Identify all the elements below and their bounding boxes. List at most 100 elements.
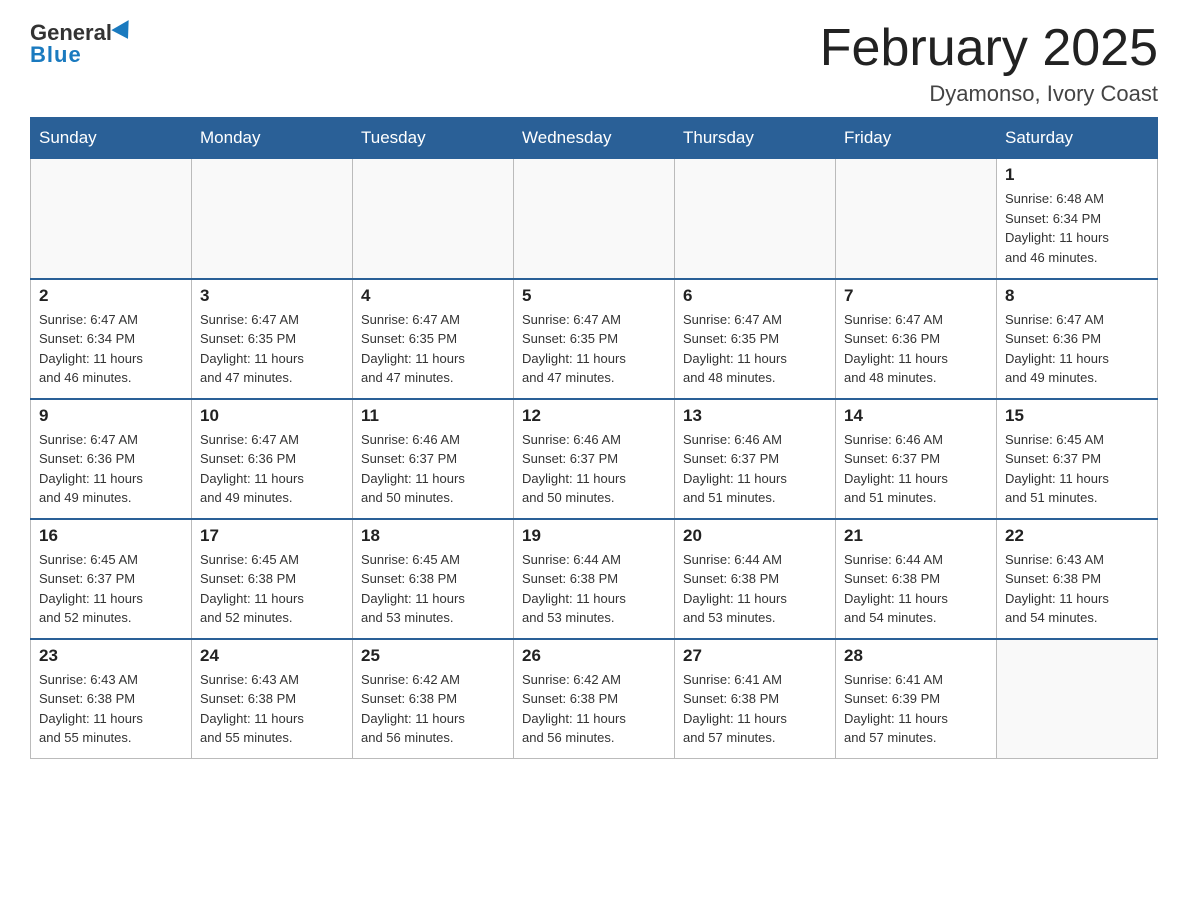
- calendar-week-row: 2 Sunrise: 6:47 AM Sunset: 6:34 PM Daylig…: [31, 279, 1158, 399]
- weekday-header-sunday: Sunday: [31, 118, 192, 159]
- calendar-cell: 2 Sunrise: 6:47 AM Sunset: 6:34 PM Daylig…: [31, 279, 192, 399]
- calendar-cell: 8Sunrise: 6:47 AM Sunset: 6:36 PM Daylig…: [997, 279, 1158, 399]
- day-info: Sunrise: 6:47 AM Sunset: 6:36 PM Dayligh…: [844, 310, 988, 388]
- calendar-table: SundayMondayTuesdayWednesdayThursdayFrid…: [30, 117, 1158, 759]
- day-number: 5: [522, 286, 666, 306]
- day-number: 19: [522, 526, 666, 546]
- calendar-week-row: 16 Sunrise: 6:45 AM Sunset: 6:37 PM Dayli…: [31, 519, 1158, 639]
- day-number: 3: [200, 286, 344, 306]
- day-info: Sunrise: 6:46 AM Sunset: 6:37 PM Dayligh…: [361, 430, 505, 508]
- calendar-cell: 21 Sunrise: 6:44 AM Sunset: 6:38 PM Dayli…: [836, 519, 997, 639]
- day-number: 7: [844, 286, 988, 306]
- calendar-cell: 27 Sunrise: 6:41 AM Sunset: 6:38 PM Dayli…: [675, 639, 836, 759]
- day-info: Sunrise: 6:46 AM Sunset: 6:37 PM Dayligh…: [683, 430, 827, 508]
- calendar-cell: 26 Sunrise: 6:42 AM Sunset: 6:38 PM Dayli…: [514, 639, 675, 759]
- calendar-cell: [675, 159, 836, 279]
- calendar-header-row: SundayMondayTuesdayWednesdayThursdayFrid…: [31, 118, 1158, 159]
- calendar-cell: 13 Sunrise: 6:46 AM Sunset: 6:37 PM Dayli…: [675, 399, 836, 519]
- day-info: Sunrise: 6:46 AM Sunset: 6:37 PM Dayligh…: [844, 430, 988, 508]
- day-number: 8: [1005, 286, 1149, 306]
- weekday-header-tuesday: Tuesday: [353, 118, 514, 159]
- calendar-cell: [31, 159, 192, 279]
- day-number: 25: [361, 646, 505, 666]
- calendar-cell: 22 Sunrise: 6:43 AM Sunset: 6:38 PM Dayli…: [997, 519, 1158, 639]
- day-info: Sunrise: 6:43 AM Sunset: 6:38 PM Dayligh…: [1005, 550, 1149, 628]
- calendar-cell: 11 Sunrise: 6:46 AM Sunset: 6:37 PM Dayli…: [353, 399, 514, 519]
- calendar-cell: 6 Sunrise: 6:47 AM Sunset: 6:35 PM Daylig…: [675, 279, 836, 399]
- day-number: 10: [200, 406, 344, 426]
- calendar-cell: [836, 159, 997, 279]
- day-info: Sunrise: 6:44 AM Sunset: 6:38 PM Dayligh…: [844, 550, 988, 628]
- calendar-cell: 25Sunrise: 6:42 AM Sunset: 6:38 PM Dayli…: [353, 639, 514, 759]
- calendar-cell: 16 Sunrise: 6:45 AM Sunset: 6:37 PM Dayli…: [31, 519, 192, 639]
- day-info: Sunrise: 6:43 AM Sunset: 6:38 PM Dayligh…: [39, 670, 183, 748]
- day-number: 14: [844, 406, 988, 426]
- weekday-header-wednesday: Wednesday: [514, 118, 675, 159]
- logo-blue-text: Blue: [30, 42, 82, 68]
- calendar-cell: [192, 159, 353, 279]
- day-number: 28: [844, 646, 988, 666]
- day-info: Sunrise: 6:47 AM Sunset: 6:34 PM Dayligh…: [39, 310, 183, 388]
- day-info: Sunrise: 6:41 AM Sunset: 6:38 PM Dayligh…: [683, 670, 827, 748]
- day-number: 23: [39, 646, 183, 666]
- day-info: Sunrise: 6:42 AM Sunset: 6:38 PM Dayligh…: [522, 670, 666, 748]
- day-number: 9: [39, 406, 183, 426]
- title-block: February 2025 Dyamonso, Ivory Coast: [820, 20, 1158, 107]
- day-number: 24: [200, 646, 344, 666]
- calendar-cell: 15 Sunrise: 6:45 AM Sunset: 6:37 PM Dayli…: [997, 399, 1158, 519]
- day-info: Sunrise: 6:48 AM Sunset: 6:34 PM Dayligh…: [1005, 189, 1149, 267]
- day-number: 16: [39, 526, 183, 546]
- day-info: Sunrise: 6:46 AM Sunset: 6:37 PM Dayligh…: [522, 430, 666, 508]
- day-number: 22: [1005, 526, 1149, 546]
- calendar-cell: 24Sunrise: 6:43 AM Sunset: 6:38 PM Dayli…: [192, 639, 353, 759]
- day-info: Sunrise: 6:47 AM Sunset: 6:36 PM Dayligh…: [39, 430, 183, 508]
- month-title: February 2025: [820, 20, 1158, 77]
- day-info: Sunrise: 6:45 AM Sunset: 6:38 PM Dayligh…: [361, 550, 505, 628]
- day-info: Sunrise: 6:47 AM Sunset: 6:35 PM Dayligh…: [200, 310, 344, 388]
- day-info: Sunrise: 6:47 AM Sunset: 6:35 PM Dayligh…: [522, 310, 666, 388]
- calendar-cell: 20 Sunrise: 6:44 AM Sunset: 6:38 PM Dayli…: [675, 519, 836, 639]
- logo-triangle-icon: [111, 20, 136, 44]
- day-number: 13: [683, 406, 827, 426]
- day-number: 18: [361, 526, 505, 546]
- calendar-cell: [353, 159, 514, 279]
- calendar-cell: [514, 159, 675, 279]
- day-number: 26: [522, 646, 666, 666]
- day-info: Sunrise: 6:45 AM Sunset: 6:38 PM Dayligh…: [200, 550, 344, 628]
- day-number: 11: [361, 406, 505, 426]
- calendar-cell: 3 Sunrise: 6:47 AM Sunset: 6:35 PM Daylig…: [192, 279, 353, 399]
- day-info: Sunrise: 6:41 AM Sunset: 6:39 PM Dayligh…: [844, 670, 988, 748]
- calendar-cell: [997, 639, 1158, 759]
- day-number: 27: [683, 646, 827, 666]
- location-title: Dyamonso, Ivory Coast: [820, 81, 1158, 107]
- day-info: Sunrise: 6:45 AM Sunset: 6:37 PM Dayligh…: [39, 550, 183, 628]
- calendar-cell: 5 Sunrise: 6:47 AM Sunset: 6:35 PM Daylig…: [514, 279, 675, 399]
- day-info: Sunrise: 6:44 AM Sunset: 6:38 PM Dayligh…: [522, 550, 666, 628]
- logo: General Blue: [30, 20, 134, 68]
- day-number: 17: [200, 526, 344, 546]
- day-number: 21: [844, 526, 988, 546]
- day-info: Sunrise: 6:47 AM Sunset: 6:35 PM Dayligh…: [361, 310, 505, 388]
- calendar-cell: 7 Sunrise: 6:47 AM Sunset: 6:36 PM Daylig…: [836, 279, 997, 399]
- day-number: 15: [1005, 406, 1149, 426]
- day-number: 2: [39, 286, 183, 306]
- day-info: Sunrise: 6:45 AM Sunset: 6:37 PM Dayligh…: [1005, 430, 1149, 508]
- calendar-cell: 14 Sunrise: 6:46 AM Sunset: 6:37 PM Dayli…: [836, 399, 997, 519]
- day-info: Sunrise: 6:47 AM Sunset: 6:35 PM Dayligh…: [683, 310, 827, 388]
- day-number: 20: [683, 526, 827, 546]
- weekday-header-monday: Monday: [192, 118, 353, 159]
- calendar-week-row: 23 Sunrise: 6:43 AM Sunset: 6:38 PM Dayli…: [31, 639, 1158, 759]
- page-header: General Blue February 2025 Dyamonso, Ivo…: [30, 20, 1158, 107]
- day-info: Sunrise: 6:44 AM Sunset: 6:38 PM Dayligh…: [683, 550, 827, 628]
- calendar-cell: 9 Sunrise: 6:47 AM Sunset: 6:36 PM Daylig…: [31, 399, 192, 519]
- calendar-cell: 1Sunrise: 6:48 AM Sunset: 6:34 PM Daylig…: [997, 159, 1158, 279]
- day-number: 4: [361, 286, 505, 306]
- calendar-week-row: 9 Sunrise: 6:47 AM Sunset: 6:36 PM Daylig…: [31, 399, 1158, 519]
- weekday-header-saturday: Saturday: [997, 118, 1158, 159]
- weekday-header-friday: Friday: [836, 118, 997, 159]
- day-number: 6: [683, 286, 827, 306]
- calendar-cell: 12Sunrise: 6:46 AM Sunset: 6:37 PM Dayli…: [514, 399, 675, 519]
- calendar-cell: 4 Sunrise: 6:47 AM Sunset: 6:35 PM Daylig…: [353, 279, 514, 399]
- calendar-cell: 17 Sunrise: 6:45 AM Sunset: 6:38 PM Dayli…: [192, 519, 353, 639]
- calendar-cell: 23 Sunrise: 6:43 AM Sunset: 6:38 PM Dayli…: [31, 639, 192, 759]
